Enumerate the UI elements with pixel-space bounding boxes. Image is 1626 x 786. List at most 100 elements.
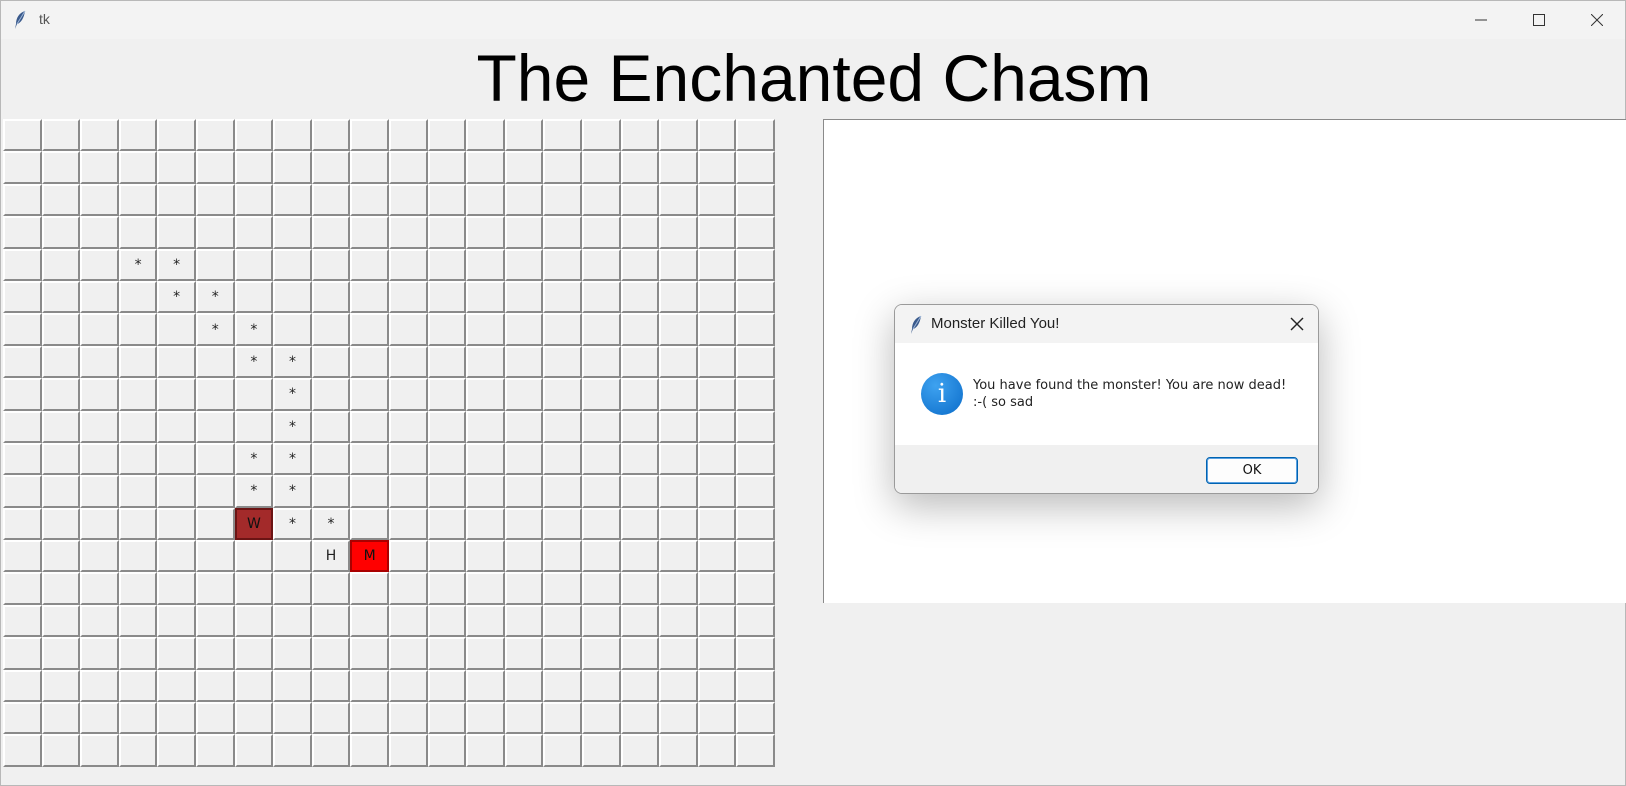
grid-cell[interactable] [466, 637, 505, 670]
grid-cell[interactable] [581, 119, 621, 152]
grid-cell[interactable] [697, 475, 737, 508]
grid-cell[interactable] [273, 248, 312, 281]
grid-cell[interactable] [388, 669, 428, 703]
grid-cell[interactable] [736, 345, 775, 379]
grid-cell[interactable] [581, 442, 621, 476]
grid-cell[interactable] [41, 475, 81, 508]
grid-cell[interactable] [427, 119, 467, 152]
grid-cell[interactable] [311, 345, 351, 379]
grid-cell[interactable] [620, 604, 660, 638]
grid-cell[interactable] [311, 572, 351, 605]
grid-cell[interactable] [504, 183, 544, 217]
grid-cell[interactable] [736, 151, 775, 184]
grid-cell[interactable] [388, 378, 428, 411]
grid-cell[interactable] [234, 669, 274, 703]
grid-cell[interactable] [118, 345, 158, 379]
grid-cell[interactable] [504, 669, 544, 703]
grid-cell[interactable] [41, 119, 81, 152]
grid-cell[interactable] [3, 734, 42, 767]
grid-cell[interactable] [80, 313, 119, 346]
grid-cell[interactable] [543, 604, 582, 638]
grid-cell[interactable] [427, 507, 467, 541]
grid-cell[interactable] [388, 572, 428, 605]
grid-cell[interactable] [80, 604, 119, 638]
grid-cell[interactable] [3, 507, 42, 541]
grid-cell[interactable] [504, 119, 544, 152]
grid-cell[interactable] [659, 183, 698, 217]
grid-cell[interactable] [273, 734, 312, 767]
grid-cell[interactable] [234, 151, 274, 184]
grid-cell[interactable] [311, 248, 351, 281]
grid-cell[interactable] [273, 604, 312, 638]
grid-cell[interactable] [157, 702, 196, 735]
grid-cell[interactable] [543, 702, 582, 735]
grid-cell[interactable] [620, 183, 660, 217]
grid-cell[interactable] [427, 345, 467, 379]
grid-cell[interactable] [118, 216, 158, 249]
grid-cell[interactable] [118, 572, 158, 605]
grid-cell[interactable] [80, 183, 119, 217]
grid-cell[interactable] [620, 637, 660, 670]
grid-cell[interactable] [118, 410, 158, 443]
grid-cell[interactable] [195, 378, 235, 411]
grid-cell[interactable] [118, 507, 158, 541]
grid-cell[interactable] [543, 637, 582, 670]
grid-cell[interactable] [581, 345, 621, 379]
grid-cell[interactable] [157, 378, 196, 411]
grid-cell[interactable] [504, 410, 544, 443]
grid-cell[interactable] [157, 475, 196, 508]
grid-cell[interactable] [311, 151, 351, 184]
grid-cell[interactable] [581, 572, 621, 605]
grid-cell[interactable] [234, 604, 274, 638]
grid-cell[interactable] [118, 637, 158, 670]
grid-cell[interactable] [581, 734, 621, 767]
grid-cell[interactable] [736, 734, 775, 767]
grid-cell[interactable] [659, 442, 698, 476]
grid-cell[interactable] [543, 280, 582, 314]
grid-cell[interactable] [466, 248, 505, 281]
grid-cell[interactable] [543, 151, 582, 184]
grid-cell[interactable] [350, 637, 389, 670]
grid-cell[interactable] [466, 183, 505, 217]
grid-cell[interactable] [41, 183, 81, 217]
grid-cell[interactable] [543, 378, 582, 411]
grid-cell[interactable] [581, 702, 621, 735]
grid-cell[interactable] [80, 248, 119, 281]
grid-cell[interactable] [466, 702, 505, 735]
grid-cell[interactable] [620, 442, 660, 476]
grid-cell[interactable] [80, 475, 119, 508]
grid-cell[interactable] [388, 507, 428, 541]
grid-cell[interactable] [273, 280, 312, 314]
grid-cell[interactable] [466, 572, 505, 605]
grid-cell[interactable] [41, 151, 81, 184]
grid-cell[interactable] [41, 313, 81, 346]
grid-cell[interactable] [466, 313, 505, 346]
grid-cell[interactable] [697, 280, 737, 314]
grid-cell[interactable] [157, 216, 196, 249]
grid-cell[interactable] [388, 734, 428, 767]
grid-cell[interactable] [80, 669, 119, 703]
grid-cell[interactable] [157, 734, 196, 767]
grid-cell[interactable] [504, 734, 544, 767]
grid-cell[interactable] [3, 572, 42, 605]
grid-cell[interactable] [427, 216, 467, 249]
grid-cell[interactable] [620, 378, 660, 411]
grid-cell[interactable] [659, 734, 698, 767]
grid-cell[interactable] [427, 604, 467, 638]
grid-cell-path[interactable]: * [118, 248, 158, 281]
grid-cell[interactable] [157, 442, 196, 476]
grid-cell[interactable] [543, 540, 582, 573]
grid-cell[interactable] [388, 151, 428, 184]
grid-cell-hero[interactable]: H [311, 540, 351, 573]
grid-cell-path[interactable]: * [311, 507, 351, 541]
grid-cell[interactable] [157, 669, 196, 703]
grid-cell[interactable] [195, 119, 235, 152]
grid-cell[interactable] [350, 119, 389, 152]
grid-cell[interactable] [118, 734, 158, 767]
grid-cell[interactable] [80, 119, 119, 152]
grid-cell[interactable] [350, 216, 389, 249]
grid-cell[interactable] [195, 540, 235, 573]
grid-cell[interactable] [157, 507, 196, 541]
grid-cell[interactable] [736, 248, 775, 281]
grid-cell[interactable] [41, 378, 81, 411]
